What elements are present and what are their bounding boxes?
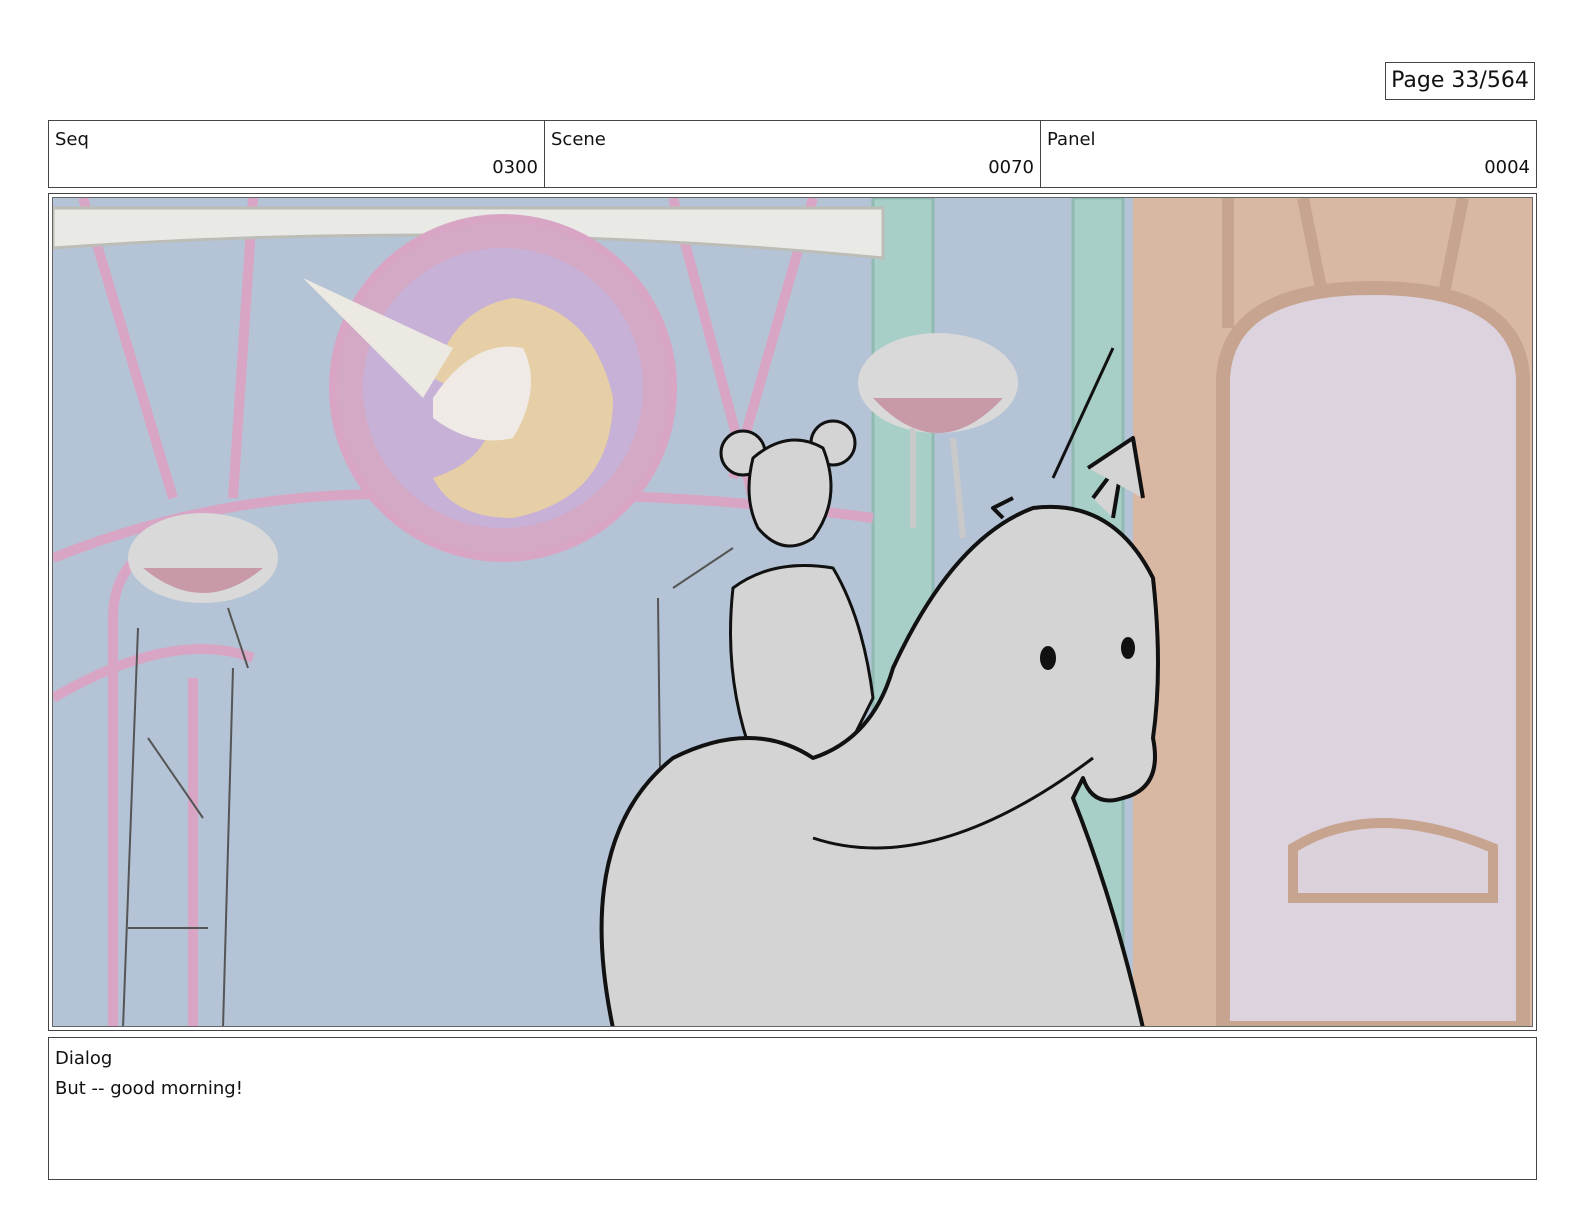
page-number: 33/564 (1451, 68, 1529, 93)
dialog-text: But -- good morning! (55, 1078, 243, 1099)
seq-label: Seq (55, 129, 89, 150)
storyboard-panel-image (52, 197, 1533, 1027)
panel-cell: Panel 0004 (1041, 121, 1536, 187)
storyboard-panel-frame (48, 193, 1537, 1031)
hanging-planter-left (128, 513, 278, 603)
scene-value: 0070 (988, 157, 1034, 178)
seq-cell: Seq 0300 (49, 121, 545, 187)
arched-window (1216, 280, 1530, 1026)
scene-cell: Scene 0070 (545, 121, 1041, 187)
panel-value: 0004 (1484, 157, 1530, 178)
window-sill-ornament (1288, 818, 1498, 903)
storyboard-header: Seq 0300 Scene 0070 Panel 0004 (48, 120, 1537, 188)
panel-label: Panel (1047, 129, 1096, 150)
scene-label: Scene (551, 129, 606, 150)
dialog-box: Dialog But -- good morning! (48, 1037, 1537, 1180)
seq-value: 0300 (492, 157, 538, 178)
panel-illustration (53, 198, 1532, 1026)
page-indicator: Page 33/564 (1385, 62, 1535, 100)
dialog-label: Dialog (55, 1048, 113, 1069)
page-label: Page (1391, 68, 1445, 93)
